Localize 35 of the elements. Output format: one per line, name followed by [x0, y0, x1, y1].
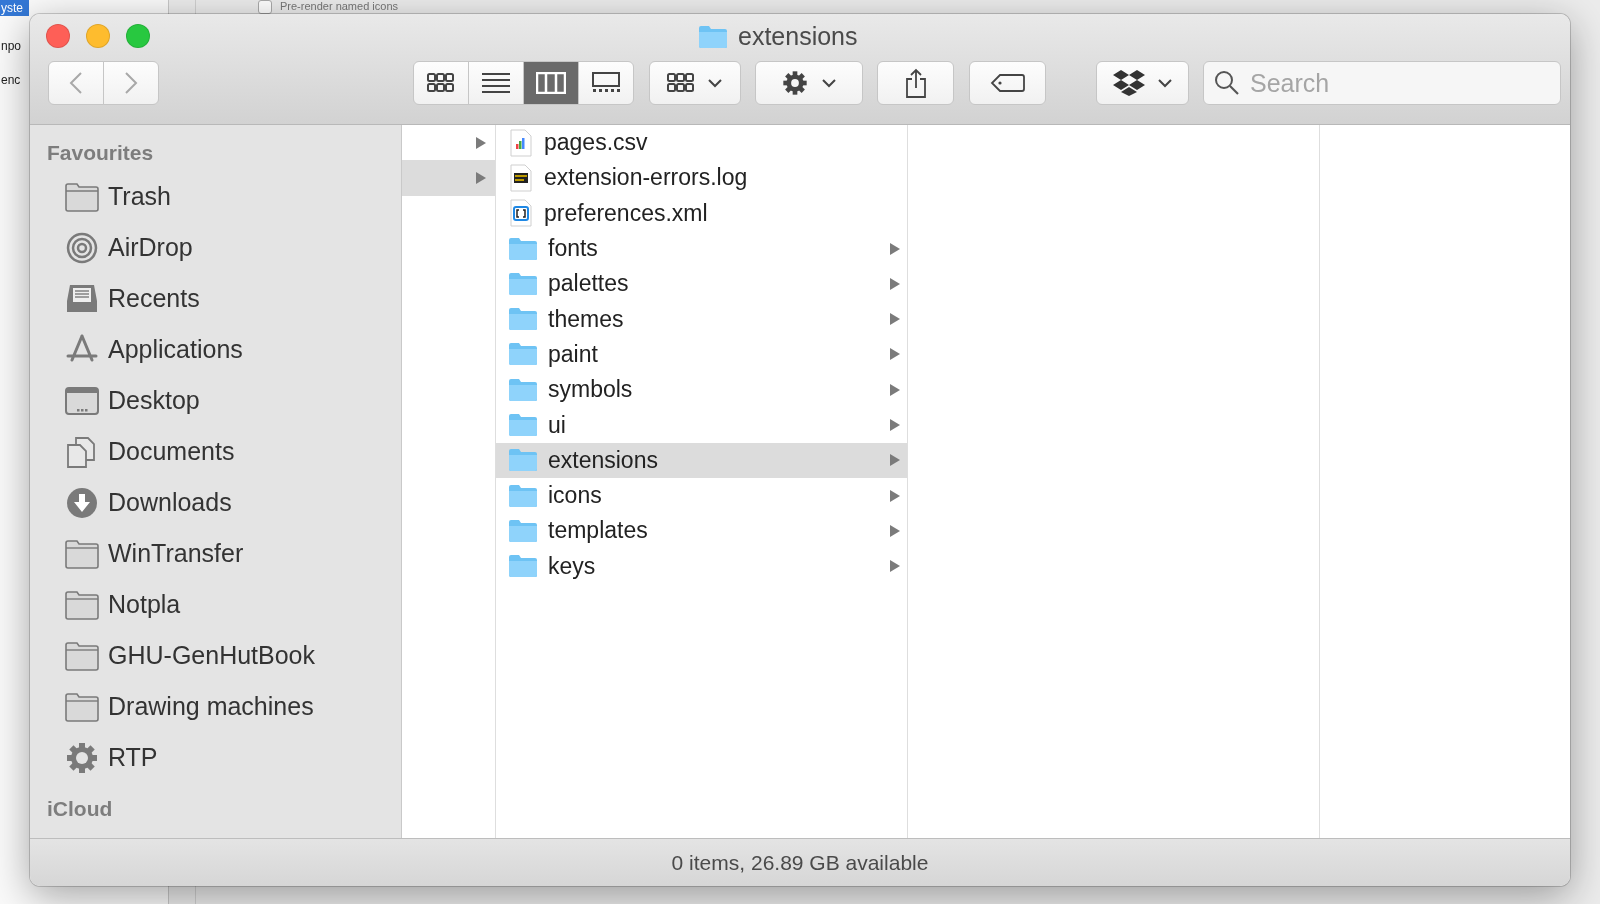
file-row[interactable]: extensions	[496, 442, 907, 478]
sidebar-heading: iCloud	[47, 797, 114, 822]
sidebar-item[interactable]: Drawing machines	[47, 681, 401, 732]
list-item[interactable]: npo	[0, 38, 29, 54]
sidebar-heading: Favourites	[47, 141, 155, 166]
list-item[interactable]: enc	[0, 72, 29, 88]
file-row[interactable]: templates	[496, 513, 907, 549]
sidebar-item[interactable]: Desktop	[47, 375, 401, 426]
file-row[interactable]: preferences.xml	[496, 195, 907, 231]
sidebar-item[interactable]: WinTransfer	[47, 528, 401, 579]
sidebar-item[interactable]: AirDrop	[47, 222, 401, 273]
sidebar-item[interactable]: GHU-GenHutBook	[47, 630, 401, 681]
sidebar-item[interactable]: Recents	[47, 273, 401, 324]
file-row[interactable]: keys	[496, 548, 907, 584]
file-row[interactable]: icons	[496, 477, 907, 514]
sidebar-item[interactable]: Trash	[47, 171, 401, 222]
list-item[interactable]: yste	[0, 0, 29, 16]
checkbox-label: Pre-render named icons	[280, 0, 398, 12]
sidebar-item[interactable]: Downloads	[47, 477, 401, 528]
file-row[interactable]: pages.csv	[496, 125, 907, 161]
file-row[interactable]: palettes	[496, 266, 907, 302]
file-row[interactable]: fonts	[496, 230, 907, 267]
search-field[interactable]: Search	[1203, 61, 1561, 105]
sidebar-item[interactable]: Applications	[47, 324, 401, 375]
file-row[interactable]: extension-errors.log	[496, 160, 907, 196]
file-row[interactable]: themes	[496, 301, 907, 337]
sidebar-item[interactable]: Notpla	[47, 579, 401, 630]
sidebar-item[interactable]: Documents	[47, 426, 401, 477]
file-row[interactable]: symbols	[496, 372, 907, 408]
file-row[interactable]: ui	[496, 407, 907, 443]
file-row[interactable]: paint	[496, 336, 907, 373]
window-title: extensions	[738, 22, 858, 51]
sidebar-item[interactable]: RTP	[47, 732, 401, 783]
status-text: 0 items, 26.89 GB available	[671, 850, 929, 875]
search-input[interactable]: Search	[1248, 67, 1532, 99]
